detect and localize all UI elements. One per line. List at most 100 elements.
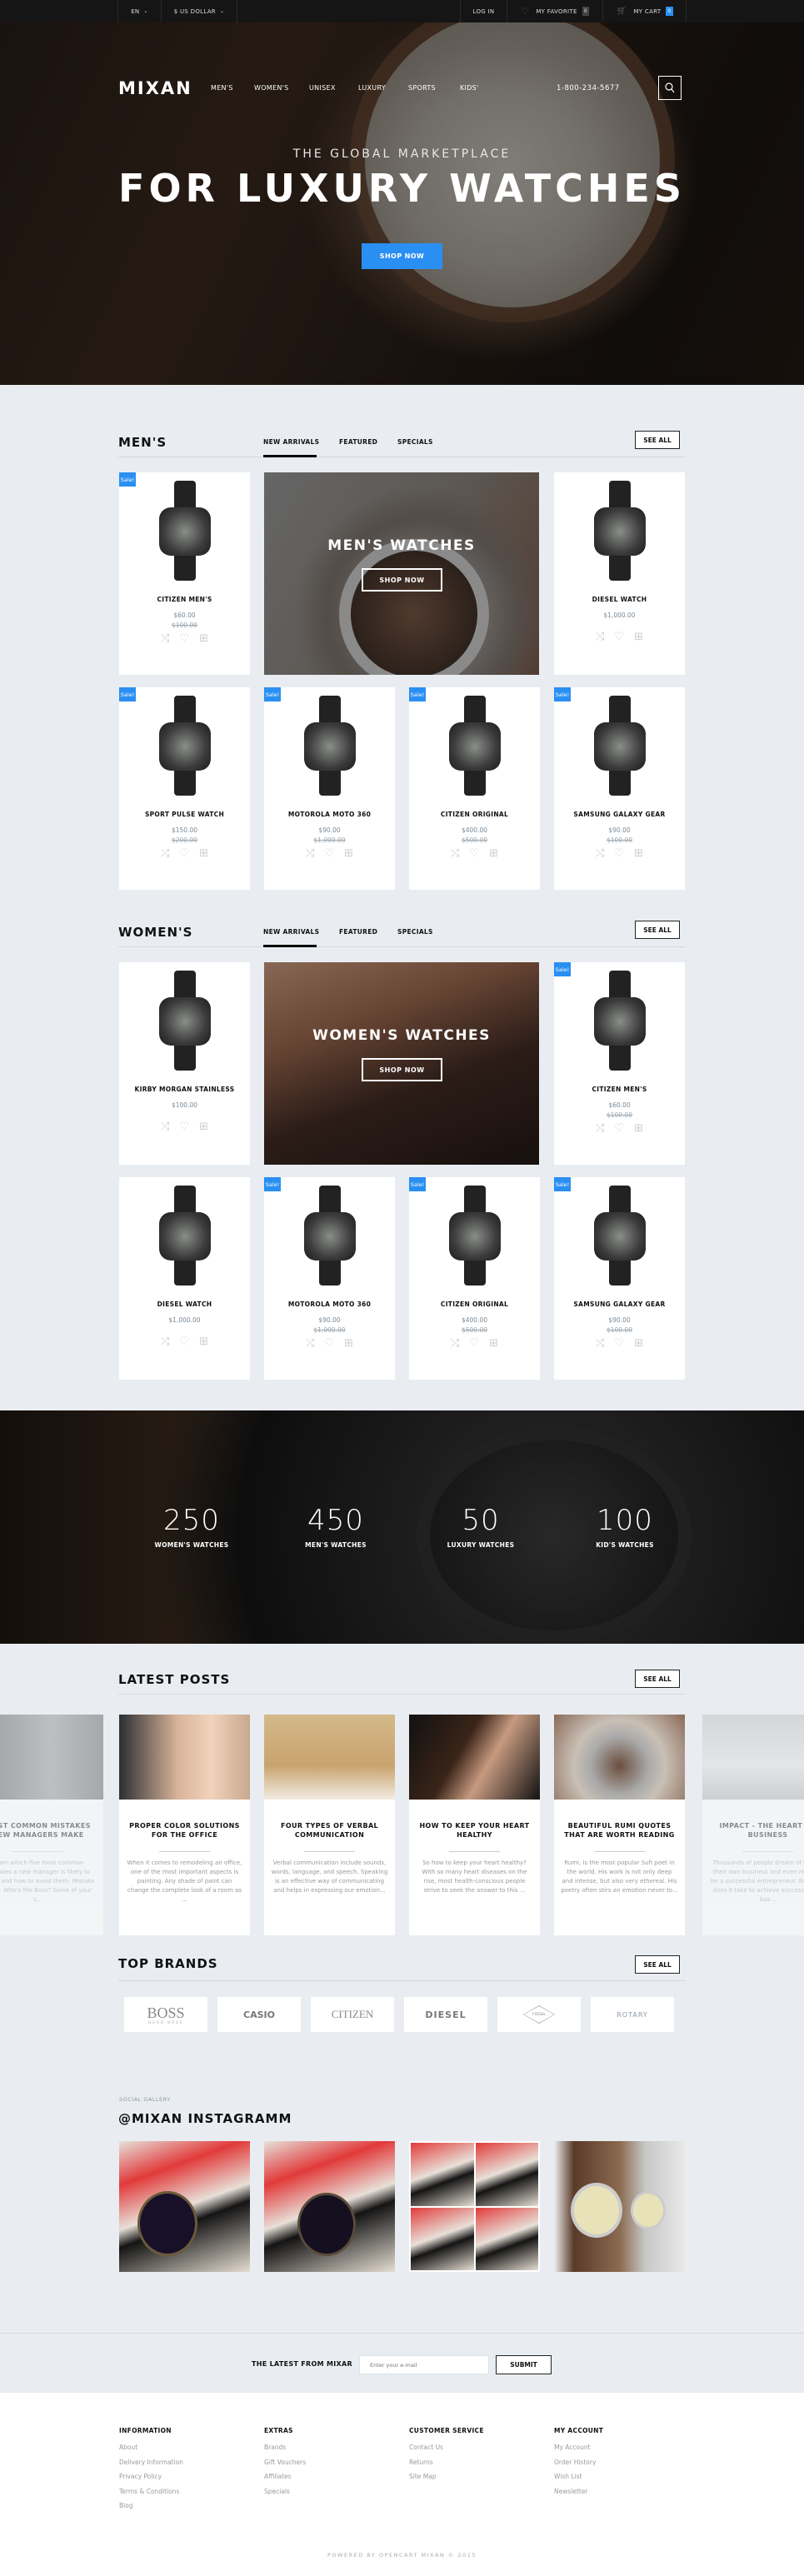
wishlist-heart-icon[interactable]: ♡ bbox=[614, 631, 624, 643]
add-to-cart-basket-icon[interactable]: ⊞ bbox=[634, 847, 643, 860]
blog-post-image[interactable] bbox=[554, 1715, 685, 1800]
blog-post-card[interactable]: FOUR TYPES OF VERBAL COMMUNICATION Verba… bbox=[264, 1715, 395, 1935]
wishlist-heart-icon[interactable]: ♡ bbox=[614, 847, 624, 860]
instagram-photo[interactable] bbox=[119, 2141, 250, 2272]
product-name[interactable]: MOTOROLA MOTO 360 bbox=[264, 1300, 395, 1308]
product-image[interactable] bbox=[151, 696, 218, 796]
add-to-cart-basket-icon[interactable]: ⊞ bbox=[199, 847, 208, 860]
instagram-photo[interactable] bbox=[409, 2141, 540, 2272]
product-name[interactable]: CITIZEN ORIGINAL bbox=[409, 1300, 540, 1308]
instagram-photo[interactable] bbox=[554, 2141, 685, 2272]
newsletter-email-input[interactable] bbox=[359, 2355, 489, 2374]
product-image[interactable] bbox=[441, 1186, 508, 1286]
wishlist-heart-icon[interactable]: ♡ bbox=[469, 847, 479, 860]
hero-shop-now-button[interactable]: SHOP NOW bbox=[362, 243, 442, 269]
blog-post-card[interactable]: MOST COMMON MISTAKES NEW MANAGERS MAKE L… bbox=[0, 1715, 103, 1935]
footer-link[interactable]: Site Map bbox=[409, 2473, 437, 2480]
product-card[interactable]: Sale! SAMSUNG GALAXY GEAR $90.00 $100.00… bbox=[554, 1177, 685, 1380]
womens-tab-specials[interactable]: SPECIALS bbox=[397, 928, 433, 936]
add-to-cart-basket-icon[interactable]: ⊞ bbox=[199, 1335, 208, 1348]
blog-post-title[interactable]: IMPACT - THE HEART OF BUSINESS bbox=[709, 1821, 804, 1840]
footer-link[interactable]: Contact Us bbox=[409, 2444, 443, 2451]
product-image[interactable] bbox=[296, 1186, 363, 1286]
nav-sports[interactable]: SPORTS bbox=[408, 84, 436, 92]
compare-icon[interactable]: ⤭ bbox=[451, 847, 459, 860]
compare-icon[interactable]: ⤭ bbox=[306, 1337, 314, 1350]
brand-casio[interactable]: CASIO bbox=[217, 1997, 301, 2032]
nav-kids[interactable]: KIDS' bbox=[460, 84, 479, 92]
footer-link[interactable]: Delivery Information bbox=[119, 2459, 183, 2466]
product-name[interactable]: DIESEL WATCH bbox=[554, 596, 685, 603]
product-image[interactable] bbox=[151, 481, 218, 581]
add-to-cart-basket-icon[interactable]: ⊞ bbox=[199, 1121, 208, 1133]
product-image[interactable] bbox=[586, 696, 653, 796]
product-name[interactable]: CITIZEN MEN'S bbox=[119, 596, 250, 603]
currency-select[interactable]: $ US DOLLAR ⌄ bbox=[161, 0, 237, 22]
brand-diesel[interactable]: DIESEL bbox=[404, 1997, 487, 2032]
product-name[interactable]: DIESEL WATCH bbox=[119, 1300, 250, 1308]
compare-icon[interactable]: ⤭ bbox=[161, 1121, 169, 1133]
brand-rotary[interactable]: ROTARY bbox=[591, 1997, 674, 2032]
product-image[interactable] bbox=[586, 971, 653, 1071]
language-select[interactable]: EN ⌄ bbox=[117, 0, 162, 22]
product-card[interactable]: Sale! MOTOROLA MOTO 360 $90.00 $1,000.00… bbox=[264, 687, 395, 890]
blog-post-title[interactable]: HOW TO KEEP YOUR HEART HEALTHY bbox=[416, 1821, 533, 1840]
brand-fossil[interactable]: FOSSIL bbox=[497, 1997, 581, 2032]
product-card[interactable]: Sale! CITIZEN MEN'S $60.00 $100.00 ⤭ ♡ ⊞ bbox=[554, 962, 685, 1165]
product-name[interactable]: CITIZEN ORIGINAL bbox=[409, 811, 540, 818]
product-card[interactable]: DIESEL WATCH $1,000.00 ⤭ ♡ ⊞ bbox=[554, 472, 685, 675]
wishlist-heart-icon[interactable]: ♡ bbox=[179, 632, 189, 645]
login-link[interactable]: LOG IN bbox=[460, 0, 507, 22]
footer-link[interactable]: My Account bbox=[554, 2444, 591, 2451]
womens-promo-shop-now-button[interactable]: SHOP NOW bbox=[362, 1058, 442, 1081]
product-image[interactable] bbox=[586, 481, 653, 581]
wishlist-heart-icon[interactable]: ♡ bbox=[614, 1337, 624, 1350]
newsletter-submit-button[interactable]: SUBMIT bbox=[496, 2355, 552, 2374]
compare-icon[interactable]: ⤭ bbox=[161, 847, 169, 860]
wishlist-heart-icon[interactable]: ♡ bbox=[324, 1337, 334, 1350]
product-name[interactable]: MOTOROLA MOTO 360 bbox=[264, 811, 395, 818]
product-card[interactable]: KIRBY MORGAN STAINLESS $100.00 ⤭ ♡ ⊞ bbox=[119, 962, 250, 1165]
add-to-cart-basket-icon[interactable]: ⊞ bbox=[344, 1337, 353, 1350]
brands-see-all-button[interactable]: SEE ALL bbox=[635, 1955, 680, 1974]
compare-icon[interactable]: ⤭ bbox=[596, 1337, 604, 1350]
blog-post-title[interactable]: PROPER COLOR SOLUTIONS FOR THE OFFICE bbox=[126, 1821, 243, 1840]
product-name[interactable]: CITIZEN MEN'S bbox=[554, 1086, 685, 1093]
wishlist-heart-icon[interactable]: ♡ bbox=[179, 1335, 189, 1348]
product-card[interactable]: Sale! SPORT PULSE WATCH $150.00 $200.00 … bbox=[119, 687, 250, 890]
nav-mens[interactable]: MEN'S bbox=[211, 84, 233, 92]
compare-icon[interactable]: ⤭ bbox=[451, 1337, 459, 1350]
compare-icon[interactable]: ⤭ bbox=[596, 1122, 604, 1135]
product-card[interactable]: Sale! SAMSUNG GALAXY GEAR $90.00 $100.00… bbox=[554, 687, 685, 890]
blog-post-card[interactable]: IMPACT - THE HEART OF BUSINESS Thousands… bbox=[702, 1715, 804, 1935]
footer-link[interactable]: Brands bbox=[264, 2444, 286, 2451]
mens-promo-banner[interactable]: MEN'S WATCHES SHOP NOW bbox=[264, 472, 539, 675]
add-to-cart-basket-icon[interactable]: ⊞ bbox=[634, 1337, 643, 1350]
footer-link[interactable]: Wish List bbox=[554, 2473, 582, 2480]
add-to-cart-basket-icon[interactable]: ⊞ bbox=[634, 631, 643, 643]
add-to-cart-basket-icon[interactable]: ⊞ bbox=[199, 632, 208, 645]
product-card[interactable]: Sale! CITIZEN MEN'S $60.00 $100.00 ⤭ ♡ ⊞ bbox=[119, 472, 250, 675]
compare-icon[interactable]: ⤭ bbox=[161, 632, 169, 645]
compare-icon[interactable]: ⤭ bbox=[161, 1335, 169, 1348]
wishlist-heart-icon[interactable]: ♡ bbox=[614, 1122, 624, 1135]
product-image[interactable] bbox=[441, 696, 508, 796]
posts-see-all-button[interactable]: SEE ALL bbox=[635, 1670, 680, 1688]
footer-link[interactable]: Privacy Policy bbox=[119, 2473, 162, 2480]
mens-promo-shop-now-button[interactable]: SHOP NOW bbox=[362, 568, 442, 592]
footer-link[interactable]: Gift Vouchers bbox=[264, 2459, 306, 2466]
blog-post-card[interactable]: PROPER COLOR SOLUTIONS FOR THE OFFICE Wh… bbox=[119, 1715, 250, 1935]
nav-womens[interactable]: WOMEN'S bbox=[254, 84, 289, 92]
womens-see-all-button[interactable]: SEE ALL bbox=[635, 921, 680, 939]
product-name[interactable]: SAMSUNG GALAXY GEAR bbox=[554, 811, 685, 818]
search-button[interactable] bbox=[658, 76, 682, 100]
add-to-cart-basket-icon[interactable]: ⊞ bbox=[489, 847, 498, 860]
womens-tab-featured[interactable]: FEATURED bbox=[339, 928, 377, 936]
compare-icon[interactable]: ⤭ bbox=[306, 847, 314, 860]
instagram-photo[interactable] bbox=[264, 2141, 395, 2272]
add-to-cart-basket-icon[interactable]: ⊞ bbox=[634, 1122, 643, 1135]
product-name[interactable]: SAMSUNG GALAXY GEAR bbox=[554, 1300, 685, 1308]
blog-post-card[interactable]: HOW TO KEEP YOUR HEART HEALTHY So how to… bbox=[409, 1715, 540, 1935]
wishlist-heart-icon[interactable]: ♡ bbox=[324, 847, 334, 860]
product-card[interactable]: Sale! CITIZEN ORIGINAL $400.00 $500.00 ⤭… bbox=[409, 687, 540, 890]
